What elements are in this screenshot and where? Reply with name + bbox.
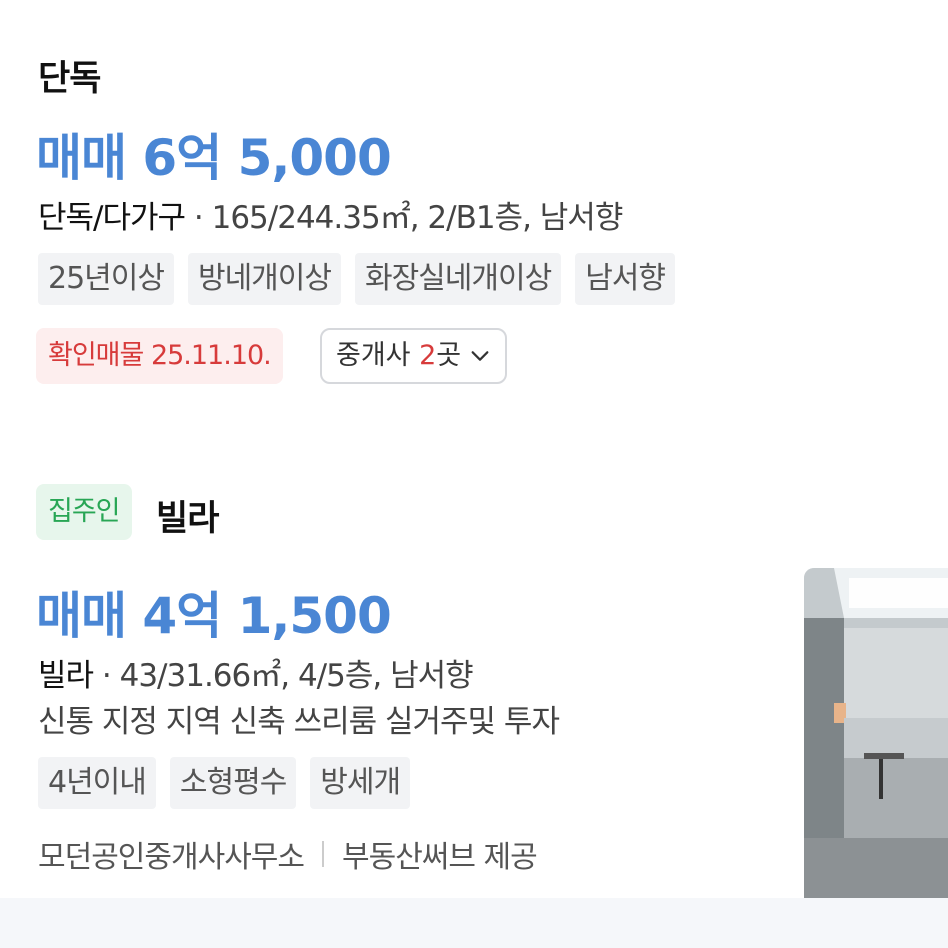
agents-label: 중개사 2곳 [336,340,462,371]
confirm-badge: 확인매물 25.11.10. [36,328,283,384]
provider-credit: 부동산써브 제공 [342,840,538,875]
room-photo [804,568,948,898]
listing-1-tags: 25년이상 방네개이상 화장실네개이상 남서향 [38,253,675,305]
listing-2-price[interactable]: 매매 4억 1,500 [36,576,392,648]
agents-dropdown-button[interactable]: 중개사 2곳 [320,328,508,384]
listing-1-kind: 단독/다가구 [38,200,186,236]
tag: 25년이상 [38,253,174,305]
tag: 화장실네개이상 [354,253,562,305]
listing-2-footer: 모던공인중개사사무소 부동산써브 제공 [38,832,538,876]
tag: 방네개이상 [187,253,341,305]
listing-2-description: 신통 지정 지역 신축 쓰리룸 실거주및 투자 [38,704,560,740]
owner-badge: 집주인 [36,484,132,540]
listing-2-kind: 빌라 [38,658,94,694]
tag: 4년이내 [38,757,156,809]
bottom-separator [0,898,948,948]
tag: 남서향 [575,253,675,305]
listing-1-type: 단독 [38,59,101,99]
listing-1-spec-detail: · 165/244.35㎡, 2/B1층, 남서향 [185,200,623,236]
listing-2-spec: 빌라 · 43/31.66㎡, 4/5층, 남서향 [38,650,474,695]
listing-1-spec: 단독/다가구 · 165/244.35㎡, 2/B1층, 남서향 [38,192,623,237]
divider [322,841,324,867]
agents-count: 2 [419,340,437,371]
tag: 소형평수 [169,757,297,809]
agency-name: 모던공인중개사사무소 [38,840,305,875]
listing-2-type: 빌라 [156,499,219,539]
listing-1-price[interactable]: 매매 6억 5,000 [36,118,392,190]
listing-2-spec-detail: · 43/31.66㎡, 4/5층, 남서향 [93,658,474,694]
listing-2-tags: 4년이내 소형평수 방세개 [38,757,411,809]
listing-2-thumbnail[interactable] [804,568,948,898]
tag: 방세개 [310,757,411,809]
chevron-down-icon [471,351,489,361]
